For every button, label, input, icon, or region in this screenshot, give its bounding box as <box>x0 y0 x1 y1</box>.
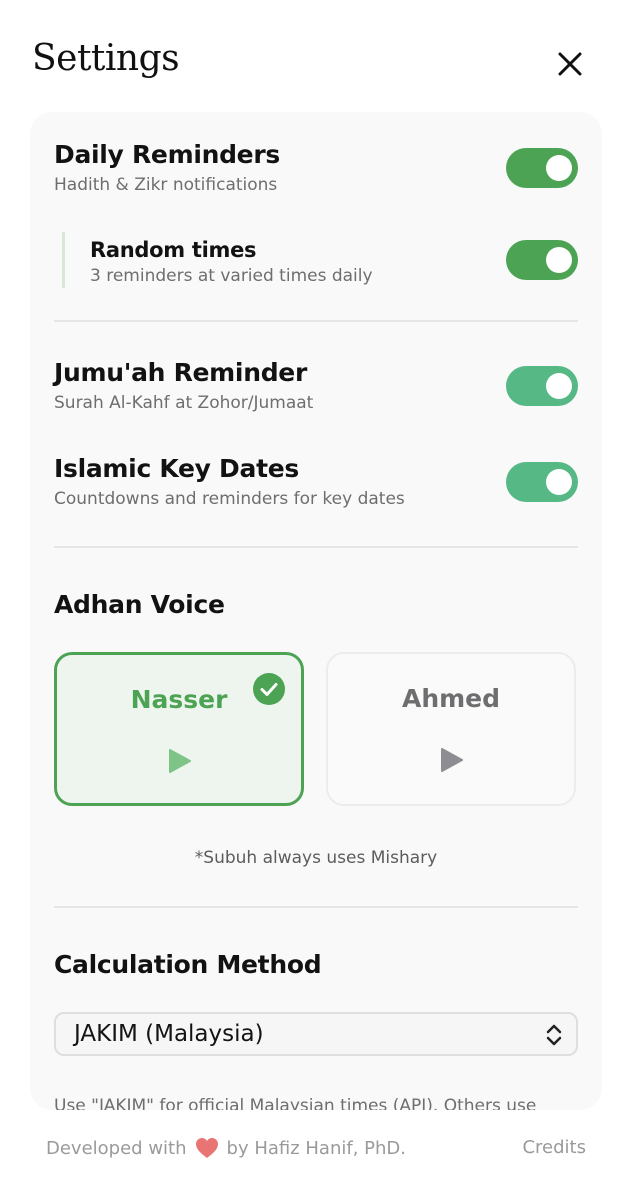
calculation-method-title: Calculation Method <box>54 950 322 979</box>
jumuah-reminder-row: Jumu'ah Reminder Surah Al-Kahf at Zohor/… <box>54 358 578 418</box>
random-times-row: Random times 3 reminders at varied times… <box>62 232 578 290</box>
key-dates-subtitle: Countdowns and reminders for key dates <box>54 489 405 509</box>
toggle-knob <box>546 469 572 495</box>
key-dates-row: Islamic Key Dates Countdowns and reminde… <box>54 454 578 514</box>
voice-option-ahmed[interactable]: Ahmed <box>326 652 576 806</box>
key-dates-toggle[interactable] <box>506 462 578 502</box>
heart-icon <box>195 1138 218 1158</box>
credits-link[interactable]: Credits <box>522 1137 586 1158</box>
select-value: JAKIM (Malaysia) <box>74 1021 264 1047</box>
adhan-note: *Subuh always uses Mishary <box>194 848 438 868</box>
developed-prefix: Developed with <box>46 1137 187 1159</box>
play-icon[interactable] <box>437 746 465 774</box>
toggle-knob <box>546 247 572 273</box>
indent-bar <box>62 232 65 288</box>
divider <box>54 320 578 322</box>
toggle-knob <box>546 373 572 399</box>
settings-page: Settings Daily Reminders Hadith & Zikr n… <box>0 0 632 1196</box>
random-times-title: Random times <box>90 238 257 262</box>
random-times-toggle[interactable] <box>506 240 578 280</box>
voice-option-nasser[interactable]: Nasser <box>54 652 304 806</box>
developer-credit: Developed with by Hafiz Hanif, PhD. <box>46 1137 406 1159</box>
play-icon[interactable] <box>165 747 193 775</box>
jumuah-reminder-toggle[interactable] <box>506 366 578 406</box>
voice-name: Ahmed <box>401 684 501 713</box>
daily-reminders-toggle[interactable] <box>506 148 578 188</box>
jumuah-reminder-title: Jumu'ah Reminder <box>54 358 307 387</box>
daily-reminders-row: Daily Reminders Hadith & Zikr notificati… <box>54 140 578 200</box>
close-icon <box>558 52 582 76</box>
adhan-voice-title: Adhan Voice <box>54 590 225 619</box>
developed-suffix: by Hafiz Hanif, PhD. <box>226 1137 406 1159</box>
divider <box>54 906 578 908</box>
calculation-method-select[interactable]: JAKIM (Malaysia) <box>54 1012 578 1056</box>
toggle-knob <box>546 155 572 181</box>
daily-reminders-subtitle: Hadith & Zikr notifications <box>54 175 278 195</box>
check-circle-icon <box>253 673 285 705</box>
daily-reminders-title: Daily Reminders <box>54 140 280 169</box>
jumuah-reminder-subtitle: Surah Al-Kahf at Zohor/Jumaat <box>54 393 314 413</box>
close-button[interactable] <box>552 46 588 82</box>
settings-card: Daily Reminders Hadith & Zikr notificati… <box>30 112 602 1110</box>
footer: Developed with by Hafiz Hanif, PhD. Cred… <box>46 1137 586 1163</box>
key-dates-title: Islamic Key Dates <box>54 454 299 483</box>
calculation-help-text: Use "JAKIM" for official Malaysian times… <box>54 1096 537 1110</box>
divider <box>54 546 578 548</box>
page-title: Settings <box>32 38 180 79</box>
chevron-up-down-icon <box>546 1024 562 1046</box>
random-times-subtitle: 3 reminders at varied times daily <box>90 266 373 286</box>
